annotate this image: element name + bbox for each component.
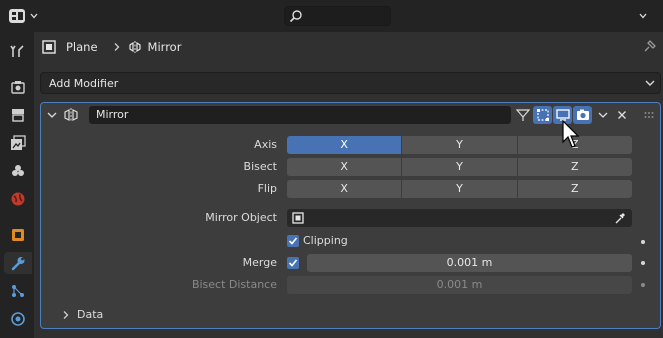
bisect-label: Bisect bbox=[243, 160, 277, 173]
modifier-name-input[interactable]: Mirror bbox=[89, 106, 511, 124]
add-modifier-button[interactable]: Add Modifier bbox=[40, 72, 661, 94]
add-modifier-label: Add Modifier bbox=[49, 76, 119, 90]
properties-editor-icon bbox=[9, 9, 25, 23]
search-icon bbox=[289, 10, 302, 23]
close-icon bbox=[617, 111, 626, 119]
flip-x-toggle[interactable]: X bbox=[287, 180, 403, 198]
tab-scene[interactable] bbox=[4, 160, 32, 182]
mirror-object-label: Mirror Object bbox=[205, 211, 277, 224]
render-icon bbox=[11, 81, 25, 94]
tab-modifiers[interactable] bbox=[4, 252, 32, 274]
tab-view-layer[interactable] bbox=[4, 132, 32, 154]
options-menu-button[interactable] bbox=[639, 6, 655, 26]
editor-type-button[interactable] bbox=[8, 6, 42, 26]
chevron-down-icon bbox=[639, 13, 647, 19]
checkmark-icon bbox=[288, 259, 298, 267]
eyedropper-icon[interactable] bbox=[614, 212, 626, 224]
clipping-checkbox[interactable] bbox=[287, 235, 299, 247]
grip-icon bbox=[644, 112, 653, 118]
chevron-down-icon bbox=[598, 112, 607, 118]
bisect-z-toggle[interactable]: Z bbox=[517, 158, 632, 176]
collapse-chevron-icon[interactable] bbox=[47, 110, 57, 120]
tab-particles[interactable] bbox=[4, 280, 32, 302]
breadcrumb-object: Plane bbox=[66, 40, 98, 54]
scene-icon bbox=[12, 165, 24, 176]
flip-y-toggle[interactable]: Y bbox=[402, 180, 518, 198]
keyframe-dot[interactable] bbox=[641, 261, 645, 265]
bisect-distance-field[interactable]: 0.001 m bbox=[287, 276, 632, 294]
clipping-label: Clipping bbox=[303, 234, 348, 247]
axis-x-toggle[interactable]: X bbox=[287, 136, 403, 154]
mouse-cursor-icon bbox=[562, 120, 580, 148]
properties-header bbox=[0, 0, 663, 32]
mirror-object-field[interactable] bbox=[287, 209, 632, 227]
data-subpanel-header[interactable]: Data bbox=[61, 308, 103, 321]
pin-button[interactable] bbox=[643, 39, 657, 56]
mirror-modifier-icon bbox=[64, 108, 78, 122]
edit-mode-icon bbox=[536, 109, 549, 121]
drag-handle[interactable] bbox=[639, 106, 658, 124]
tab-physics[interactable] bbox=[4, 308, 32, 330]
edit-mode-toggle[interactable] bbox=[533, 106, 552, 124]
output-icon bbox=[12, 109, 24, 122]
remove-modifier-button[interactable] bbox=[612, 106, 631, 124]
breadcrumb: Plane Mirror bbox=[42, 38, 181, 56]
object-icon bbox=[292, 212, 304, 224]
axis-label: Axis bbox=[254, 138, 277, 151]
pin-icon bbox=[644, 40, 656, 52]
bisect-toggle-group: X Y Z bbox=[287, 158, 632, 176]
tab-render[interactable] bbox=[4, 76, 32, 98]
mesh-object-icon bbox=[42, 40, 56, 54]
physics-icon bbox=[11, 312, 25, 326]
tab-output[interactable] bbox=[4, 104, 32, 126]
flip-toggle-group: X Y Z bbox=[287, 180, 632, 198]
merge-distance-field[interactable]: 0.001 m bbox=[307, 254, 632, 272]
merge-label: Merge bbox=[242, 256, 277, 269]
particles-icon bbox=[12, 285, 24, 297]
bisect-x-toggle[interactable]: X bbox=[287, 158, 403, 176]
search-input[interactable] bbox=[284, 6, 391, 26]
view-layer-icon bbox=[11, 135, 26, 150]
keyframe-dot[interactable] bbox=[641, 283, 645, 287]
modifier-menu-button[interactable] bbox=[593, 106, 612, 124]
flip-label: Flip bbox=[257, 182, 277, 195]
bisect-distance-label: Bisect Distance bbox=[191, 278, 277, 291]
chevron-down-icon bbox=[645, 80, 655, 86]
object-icon bbox=[12, 229, 24, 241]
merge-checkbox[interactable] bbox=[287, 257, 299, 269]
tab-object[interactable] bbox=[4, 224, 32, 246]
wrench-icon bbox=[11, 257, 25, 271]
keyframe-dot[interactable] bbox=[641, 240, 645, 244]
chevron-right-icon bbox=[63, 310, 69, 319]
mirror-modifier-icon bbox=[128, 41, 141, 53]
bisect-y-toggle[interactable]: Y bbox=[402, 158, 518, 176]
chevron-right-icon bbox=[114, 43, 119, 51]
data-subpanel-label: Data bbox=[77, 308, 104, 321]
properties-tabs bbox=[0, 32, 34, 338]
tab-tool[interactable] bbox=[4, 40, 32, 62]
tab-world[interactable] bbox=[4, 188, 32, 210]
checkmark-icon bbox=[288, 237, 298, 245]
axis-y-toggle[interactable]: Y bbox=[402, 136, 518, 154]
properties-main: Plane Mirror Add Modifier Mirror Axis X … bbox=[34, 32, 663, 338]
breadcrumb-modifier: Mirror bbox=[147, 40, 182, 54]
on-cage-toggle[interactable] bbox=[513, 106, 532, 124]
flip-z-toggle[interactable]: Z bbox=[517, 180, 632, 198]
tool-icon bbox=[10, 45, 24, 57]
funnel-triangle-icon bbox=[515, 109, 530, 121]
world-icon bbox=[11, 192, 25, 206]
chevron-down-icon bbox=[30, 13, 38, 19]
